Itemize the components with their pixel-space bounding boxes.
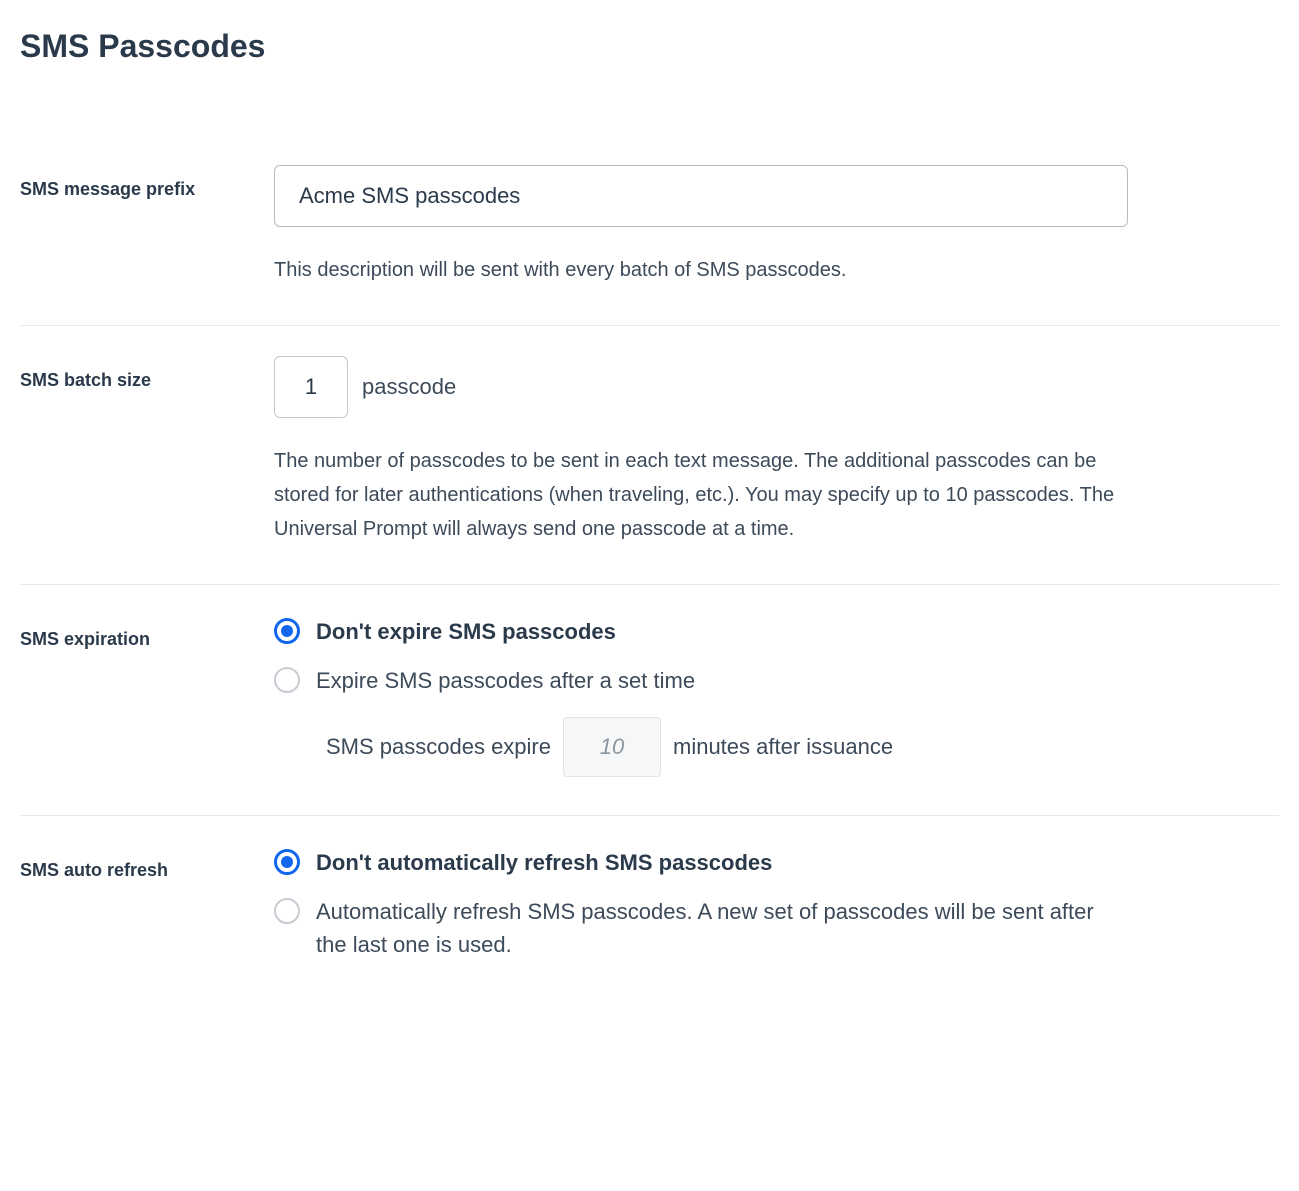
sms-prefix-label: SMS message prefix bbox=[20, 165, 274, 200]
radio-expire-after-label: Expire SMS passcodes after a set time bbox=[316, 664, 695, 697]
page-title: SMS Passcodes bbox=[20, 28, 1279, 65]
sms-batch-unit: passcode bbox=[362, 374, 456, 400]
radio-expire-after[interactable] bbox=[274, 667, 300, 693]
sms-expiration-label: SMS expiration bbox=[20, 615, 274, 650]
radio-autorefresh[interactable] bbox=[274, 898, 300, 924]
sms-prefix-help: This description will be sent with every… bbox=[274, 253, 1124, 287]
radio-dont-expire-label: Don't expire SMS passcodes bbox=[316, 615, 616, 648]
radio-autorefresh-label: Automatically refresh SMS passcodes. A n… bbox=[316, 895, 1106, 961]
sms-batch-label: SMS batch size bbox=[20, 356, 274, 391]
sms-autorefresh-label: SMS auto refresh bbox=[20, 846, 274, 881]
expire-sub-prefix: SMS passcodes expire bbox=[326, 734, 551, 760]
expire-minutes-input bbox=[563, 717, 661, 777]
sms-batch-size-input[interactable] bbox=[274, 356, 348, 418]
radio-dont-autorefresh[interactable] bbox=[274, 849, 300, 875]
sms-batch-help: The number of passcodes to be sent in ea… bbox=[274, 444, 1124, 546]
radio-dont-autorefresh-label: Don't automatically refresh SMS passcode… bbox=[316, 846, 772, 879]
radio-dont-expire[interactable] bbox=[274, 618, 300, 644]
expire-sub-suffix: minutes after issuance bbox=[673, 734, 893, 760]
sms-prefix-input[interactable] bbox=[274, 165, 1128, 227]
